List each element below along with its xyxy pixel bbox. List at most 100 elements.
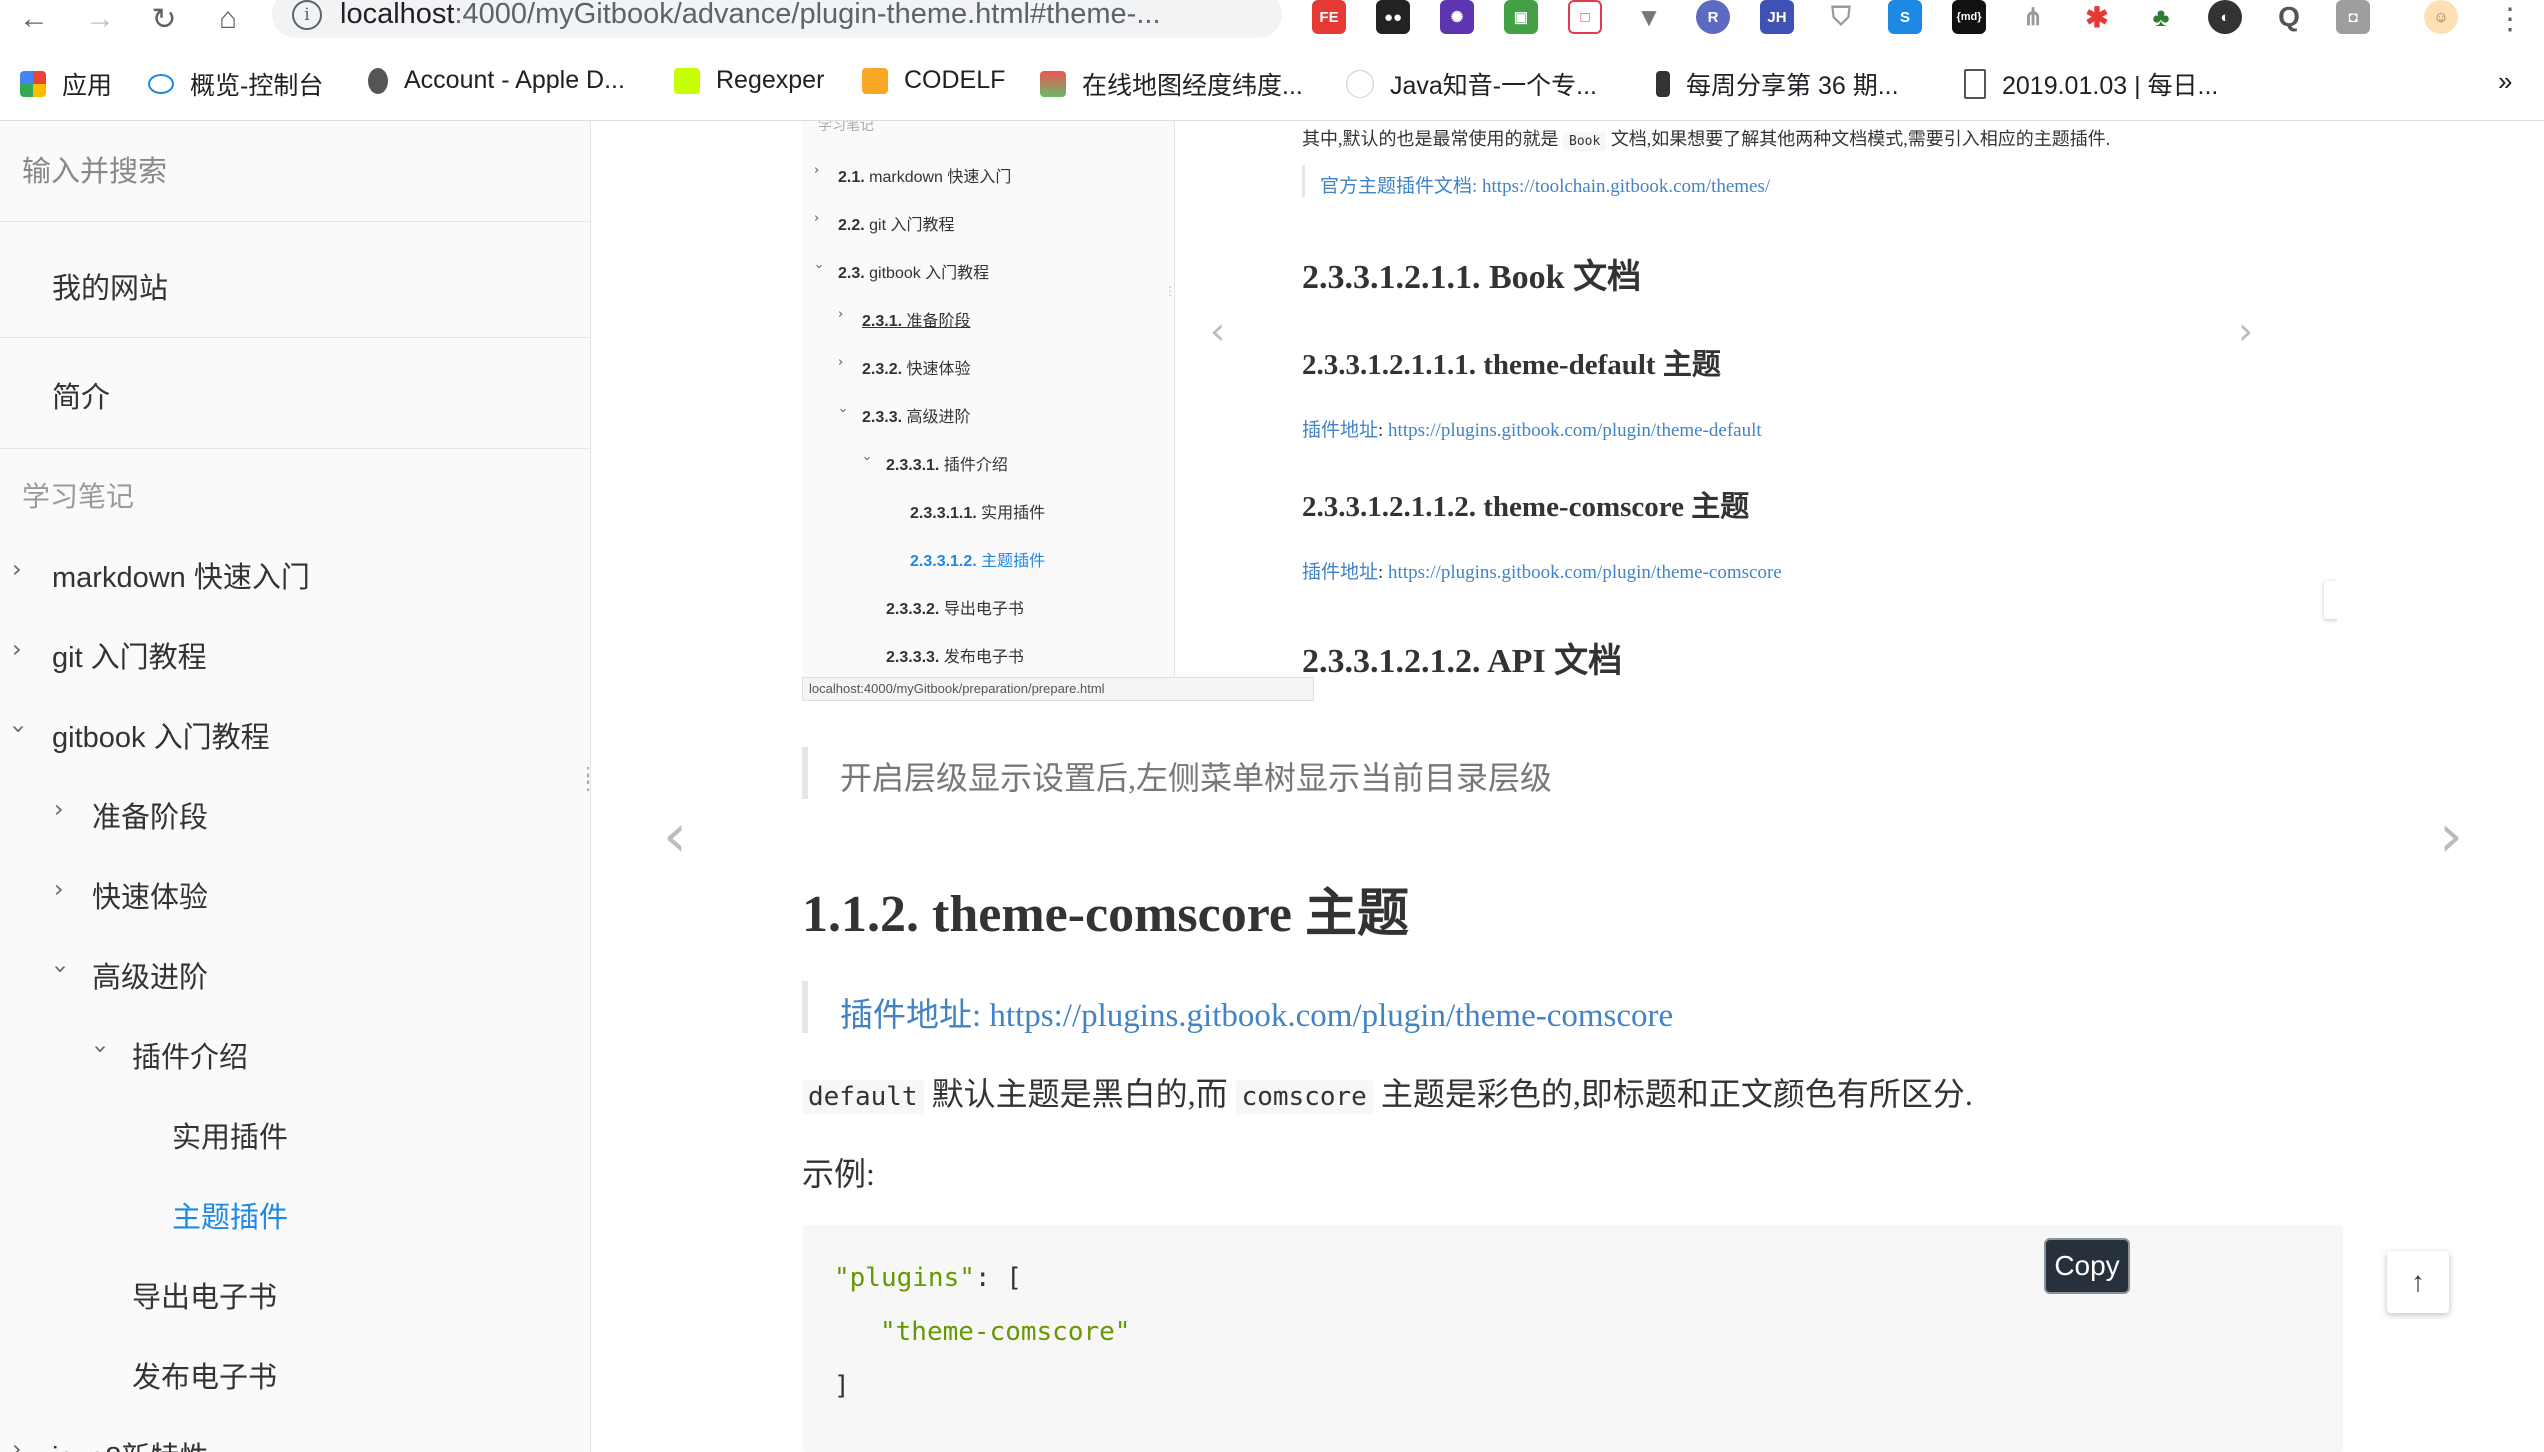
- search-input[interactable]: [20, 151, 564, 193]
- embedded-heading-api: 2.3.3.1.2.1.2. API 文档: [1302, 633, 1622, 682]
- home-icon[interactable]: ⌂: [208, 0, 248, 38]
- link-url: https://plugins.gitbook.com/plugin/theme…: [1388, 562, 1782, 583]
- sidebar-divider: [0, 448, 590, 449]
- sidebar-item-theme-plugins[interactable]: 主题插件: [172, 1194, 288, 1236]
- copy-button[interactable]: Copy: [2044, 1238, 2130, 1294]
- embedded-next-arrow-icon: ›: [2238, 309, 2253, 353]
- embedded-item: 2.1. markdown 快速入门: [838, 163, 1011, 187]
- bookmark-console[interactable]: 概览-控制台: [148, 66, 323, 102]
- chevron-right-icon[interactable]: ›: [12, 555, 22, 583]
- bookmark-apps[interactable]: 应用: [20, 66, 112, 102]
- bookmark-label: CODELF: [904, 66, 1005, 95]
- markdown-extension-icon[interactable]: {md}: [1952, 0, 1986, 34]
- paragraph-text: 默认主题是黑白的,而: [932, 1076, 1228, 1112]
- chevron-right-icon[interactable]: ›: [54, 795, 64, 823]
- chevron-down-icon[interactable]: ›: [47, 964, 75, 974]
- r-extension-icon[interactable]: R: [1696, 0, 1730, 34]
- quote-bar: [802, 747, 808, 799]
- back-to-top-icon[interactable]: ↑: [2387, 1251, 2449, 1313]
- sidebar-item-java8[interactable]: java8新特性: [52, 1434, 208, 1452]
- chevron-down-icon[interactable]: ›: [5, 724, 33, 734]
- github-extension-icon[interactable]: ◐: [2208, 0, 2242, 34]
- embedded-comscore-link: 插件地址: https://plugins.gitbook.com/plugin…: [1302, 557, 1782, 584]
- sidebar-item-git[interactable]: git 入门教程: [52, 634, 207, 676]
- prev-page-arrow-icon[interactable]: ‹: [663, 801, 687, 871]
- bug-extension-icon[interactable]: ♣: [2144, 0, 2178, 34]
- embedded-back-to-top-icon: ↑: [2324, 581, 2337, 619]
- chevron-right-icon[interactable]: ›: [12, 635, 22, 663]
- item-number: 2.3.1.: [862, 313, 902, 330]
- sidebar-item-intro[interactable]: 简介: [52, 374, 110, 416]
- swirl-extension-icon[interactable]: ✺: [1440, 0, 1474, 34]
- embedded-item: 2.3.3.1. 插件介绍: [886, 451, 1008, 475]
- sidebar-item-useful-plugins[interactable]: 实用插件: [172, 1114, 288, 1156]
- q-extension-icon[interactable]: Q: [2272, 0, 2306, 34]
- frame-extension-icon[interactable]: ◘: [2336, 0, 2370, 34]
- bookmark-label: Account - Apple D...: [404, 66, 625, 95]
- bookmark-java[interactable]: Java知音-一个专...: [1346, 66, 1597, 102]
- chevron-down-icon: ›: [811, 264, 826, 269]
- bookmark-weekly[interactable]: 每周分享第 36 期...: [1656, 66, 1899, 102]
- sidebar-section-header: 学习笔记: [22, 475, 134, 515]
- code-line: ]: [834, 1371, 850, 1401]
- sidebar-item-gitbook[interactable]: gitbook 入门教程: [52, 714, 270, 756]
- intro-text: 文档,如果想要了解其他两种文档模式,需要引入相应的主题插件.: [1611, 129, 2111, 149]
- more-bookmarks-icon[interactable]: »: [2498, 66, 2512, 97]
- chat-extension-icon[interactable]: □: [1568, 0, 1602, 34]
- tree-extension-icon[interactable]: ⋔: [2016, 0, 2050, 34]
- regexper-icon: [674, 68, 700, 94]
- chevron-down-icon[interactable]: ›: [87, 1044, 115, 1054]
- profile-avatar[interactable]: ☺: [2424, 0, 2458, 34]
- sidebar-item-my-site[interactable]: 我的网站: [52, 265, 168, 307]
- link-url[interactable]: https://plugins.gitbook.com/plugin/theme…: [989, 998, 1673, 1034]
- forward-arrow-icon[interactable]: →: [80, 0, 120, 38]
- link-label: 插件地址: [1302, 562, 1378, 583]
- chevron-right-icon[interactable]: ›: [54, 875, 64, 903]
- embedded-default-link: 插件地址: https://plugins.gitbook.com/plugin…: [1302, 415, 1762, 442]
- shield-extension-icon[interactable]: ⛉: [1824, 0, 1858, 34]
- bookmark-apple[interactable]: Account - Apple D...: [368, 66, 625, 95]
- quote-bar: [802, 981, 808, 1033]
- url-text[interactable]: localhost:4000/myGitbook/advance/plugin-…: [340, 0, 1161, 31]
- item-label: 插件介绍: [944, 457, 1008, 474]
- embedded-item: 2.2. git 入门教程: [838, 211, 955, 235]
- chevron-right-icon[interactable]: ›: [12, 1435, 22, 1452]
- sidebar-item-publish[interactable]: 发布电子书: [132, 1354, 277, 1396]
- address-bar[interactable]: i localhost:4000/myGitbook/advance/plugi…: [272, 0, 1282, 38]
- item-number: 2.3.3.1.1.: [910, 505, 977, 522]
- pinwheel-extension-icon[interactable]: ✱: [2080, 0, 2114, 34]
- embedded-item: 2.3.1. 准备阶段: [862, 307, 971, 331]
- sidebar-item-plugins[interactable]: 插件介绍: [132, 1034, 248, 1076]
- url-path: :4000/myGitbook/advance/plugin-theme.htm…: [454, 0, 1160, 30]
- jh-extension-icon[interactable]: JH: [1760, 0, 1794, 34]
- sidebar-item-markdown[interactable]: markdown 快速入门: [52, 554, 310, 596]
- green-square-extension-icon[interactable]: ▣: [1504, 0, 1538, 34]
- sidebar-item-export[interactable]: 导出电子书: [132, 1274, 277, 1316]
- bookmark-codelf[interactable]: CODELF: [862, 66, 1005, 95]
- bookmark-regexper[interactable]: Regexper: [674, 66, 824, 95]
- bookmark-daily[interactable]: 2019.01.03 | 每日...: [1964, 66, 2218, 102]
- link-label: 插件地址: [1302, 420, 1378, 441]
- fe-extension-icon[interactable]: FE: [1312, 0, 1346, 34]
- browser-menu-icon[interactable]: ⋮: [2490, 0, 2530, 38]
- back-arrow-icon[interactable]: ←: [14, 0, 54, 38]
- next-page-arrow-icon[interactable]: ›: [2439, 801, 2463, 871]
- embedded-content: 其中,默认的也是最常使用的就是 Book 文档,如果想要了解其他两种文档模式,需…: [1174, 121, 2337, 701]
- embedded-screenshot: 学习笔记 › 2.1. markdown 快速入门 › 2.2. git 入门教…: [802, 121, 2337, 701]
- site-info-icon[interactable]: i: [292, 0, 322, 30]
- vue-extension-icon[interactable]: ▼: [1632, 0, 1666, 34]
- s-extension-icon[interactable]: S: [1888, 0, 1922, 34]
- sidebar-item-prepare[interactable]: 准备阶段: [92, 794, 208, 836]
- bookmark-map[interactable]: 在线地图经度纬度...: [1040, 66, 1303, 102]
- sidebar-resize-handle[interactable]: ⋮⋮: [578, 771, 591, 787]
- bookmark-label: 每周分享第 36 期...: [1686, 66, 1899, 102]
- map-icon: [1040, 71, 1066, 97]
- java-icon: [1346, 70, 1374, 98]
- sidebar-item-quickstart[interactable]: 快速体验: [92, 874, 208, 916]
- tampermonkey-extension-icon[interactable]: ●●: [1376, 0, 1410, 34]
- inline-code: comscore: [1236, 1080, 1373, 1114]
- sidebar-item-advance[interactable]: 高级进阶: [92, 954, 208, 996]
- plugin-address-link[interactable]: 插件地址: https://plugins.gitbook.com/plugin…: [840, 988, 1673, 1036]
- reload-icon[interactable]: ↻: [144, 0, 184, 38]
- embedded-prev-arrow-icon: ‹: [1210, 309, 1225, 353]
